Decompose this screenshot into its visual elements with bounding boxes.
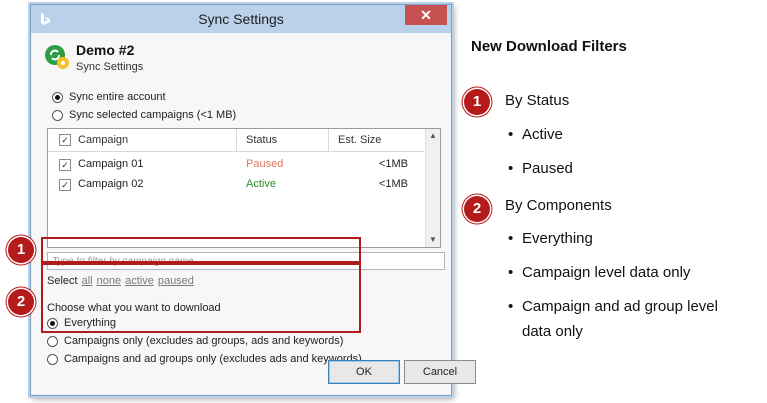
window-title: Sync Settings bbox=[198, 11, 284, 27]
title-bar[interactable]: Sync Settings ✕ bbox=[31, 5, 451, 33]
select-all-checkbox[interactable]: ✓ bbox=[59, 134, 71, 146]
account-name: Demo #2 bbox=[76, 42, 135, 58]
ok-button[interactable]: OK bbox=[328, 360, 400, 384]
sync-settings-dialog: Sync Settings ✕ Demo #2 Sync Settings Sy… bbox=[30, 4, 476, 396]
scroll-down-arrow-icon[interactable]: ▼ bbox=[426, 233, 440, 247]
note-bullet-continuation: data only bbox=[522, 323, 583, 340]
account-subtitle: Sync Settings bbox=[76, 61, 144, 73]
notes-title: New Download Filters bbox=[471, 38, 627, 55]
campaign-status: Paused bbox=[246, 158, 284, 170]
radio-unselected[interactable] bbox=[52, 109, 63, 121]
option-label: Sync entire account bbox=[69, 91, 166, 103]
table-row[interactable]: ✓ Campaign 02 Active <1MB bbox=[48, 174, 424, 194]
close-button[interactable]: ✕ bbox=[405, 5, 447, 25]
option-label: Campaigns only (excludes ad groups, ads … bbox=[64, 335, 344, 347]
dialog-content: Demo #2 Sync Settings Sync entire accoun… bbox=[32, 34, 476, 394]
campaign-size: <1MB bbox=[378, 178, 408, 190]
radio-unselected[interactable] bbox=[47, 353, 58, 365]
note-badge-1: 1 bbox=[464, 89, 490, 115]
campaign-name: Campaign 01 bbox=[78, 158, 144, 170]
callout-box-status-filter bbox=[41, 237, 361, 263]
scroll-up-arrow-icon[interactable]: ▲ bbox=[426, 129, 440, 143]
note-bullet: • Campaign and ad group level bbox=[508, 298, 718, 315]
option-label: Sync selected campaigns (<1 MB) bbox=[69, 109, 237, 121]
note-heading-status: By Status bbox=[505, 92, 570, 109]
radio-selected[interactable] bbox=[52, 91, 63, 103]
cancel-button[interactable]: Cancel bbox=[404, 360, 476, 384]
sync-selected-campaigns-option[interactable]: Sync selected campaigns (<1 MB) bbox=[52, 109, 236, 121]
download-campaigns-and-adgroups-option[interactable]: Campaigns and ad groups only (excludes a… bbox=[47, 353, 362, 365]
column-divider bbox=[236, 129, 237, 151]
radio-unselected[interactable] bbox=[47, 335, 58, 347]
callout-badge-1: 1 bbox=[8, 237, 34, 263]
note-bullet: • Paused bbox=[508, 160, 573, 177]
campaign-status: Active bbox=[246, 178, 276, 190]
campaign-list-header: ✓ Campaign Status Est. Size bbox=[48, 129, 424, 152]
close-icon: ✕ bbox=[420, 7, 432, 23]
column-header-campaign[interactable]: Campaign bbox=[78, 134, 128, 146]
callout-box-component-filter bbox=[41, 263, 361, 333]
column-divider bbox=[328, 129, 329, 151]
sync-entire-account-option[interactable]: Sync entire account bbox=[52, 91, 166, 103]
row-checkbox[interactable]: ✓ bbox=[59, 159, 71, 171]
campaign-name: Campaign 02 bbox=[78, 178, 144, 190]
sync-profile-icon bbox=[44, 44, 70, 70]
callout-badge-2: 2 bbox=[8, 289, 34, 315]
table-row[interactable]: ✓ Campaign 01 Paused <1MB bbox=[48, 154, 424, 174]
campaign-list: ✓ Campaign Status Est. Size ✓ Campaign 0… bbox=[47, 128, 441, 248]
note-bullet: • Active bbox=[508, 126, 563, 143]
option-label: Campaigns and ad groups only (excludes a… bbox=[64, 353, 362, 365]
column-header-status[interactable]: Status bbox=[246, 134, 277, 146]
campaign-size: <1MB bbox=[378, 158, 408, 170]
note-bullet: • Campaign level data only bbox=[508, 264, 691, 281]
download-campaigns-only-option[interactable]: Campaigns only (excludes ad groups, ads … bbox=[47, 335, 343, 347]
list-scrollbar[interactable]: ▲ ▼ bbox=[425, 129, 440, 247]
note-bullet: • Everything bbox=[508, 230, 593, 247]
note-badge-2: 2 bbox=[464, 196, 490, 222]
row-checkbox[interactable]: ✓ bbox=[59, 179, 71, 191]
column-header-size[interactable]: Est. Size bbox=[338, 134, 381, 146]
note-heading-components: By Components bbox=[505, 197, 612, 214]
